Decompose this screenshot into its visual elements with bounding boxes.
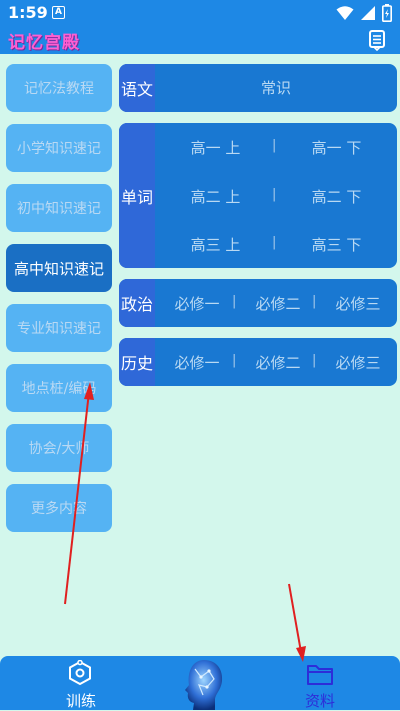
menu-professional[interactable]: 专业知识速记 [6,304,112,352]
panel-history-head: 历史 [119,338,155,386]
chinese-common-knowledge[interactable]: 常识 [155,77,397,98]
menu-senior-high[interactable]: 高中知识速记 [6,244,112,292]
history-required-2[interactable]: 必修二 [240,352,316,373]
panel-politics-head: 政治 [119,279,155,327]
nav-train[interactable]: 训练 [52,658,108,710]
panel-chinese-head: 语文 [119,64,155,112]
separator: | [232,353,237,368]
status-bar: 1:59 A [0,0,400,26]
words-grade11-first[interactable]: 高二 上 [155,186,276,207]
battery-icon [382,4,392,22]
app-bar: 记忆宫殿 [0,26,400,54]
brain-head-icon[interactable] [181,657,227,711]
panel-words-head: 单词 [119,123,155,268]
history-required-3[interactable]: 必修三 [320,352,396,373]
words-grade12-second[interactable]: 高三 下 [276,234,397,255]
politics-required-3[interactable]: 必修三 [320,293,396,314]
words-grade11-second[interactable]: 高二 下 [276,186,397,207]
politics-required-2[interactable]: 必修二 [240,293,316,314]
menu-memory-tutorial[interactable]: 记忆法教程 [6,64,112,112]
menu-more-content[interactable]: 更多内容 [6,484,112,532]
folder-icon [307,665,333,685]
notification-a-icon: A [52,6,65,19]
words-grade10-second[interactable]: 高一 下 [276,137,397,158]
politics-required-1[interactable]: 必修一 [159,293,235,314]
wifi-icon [336,6,354,20]
words-grade10-first[interactable]: 高一 上 [155,137,276,158]
separator: | [312,294,317,309]
history-required-1[interactable]: 必修一 [159,352,235,373]
panel-history: 历史 必修一 | 必修二 | 必修三 [119,338,397,386]
signal-icon [361,6,375,20]
bottom-nav: 训练 资料 [0,656,400,710]
nav-materials-label: 资料 [305,692,336,710]
status-icons [336,4,392,22]
separator: | [232,294,237,309]
status-time: 1:59 [8,3,48,22]
separator: | [312,353,317,368]
menu-primary-school[interactable]: 小学知识速记 [6,124,112,172]
menu-association-masters[interactable]: 协会/大师 [6,424,112,472]
nav-train-label: 训练 [66,692,97,710]
app-title: 记忆宫殿 [8,33,80,53]
train-network-icon [69,660,91,686]
arrow-down-icon [288,583,306,662]
panel-chinese: 语文 常识 [119,64,397,112]
panel-politics: 政治 必修一 | 必修二 | 必修三 [119,279,397,327]
menu-list-icon[interactable] [366,29,388,51]
menu-location-pegs[interactable]: 地点桩/编码 [6,364,112,412]
menu-junior-high[interactable]: 初中知识速记 [6,184,112,232]
nav-materials[interactable]: 资料 [294,658,350,710]
panel-words: 单词 高一 上 | 高一 下 高二 上 | 高二 下 高三 上 | 高三 下 [119,123,397,268]
words-grade12-first[interactable]: 高三 上 [155,234,276,255]
